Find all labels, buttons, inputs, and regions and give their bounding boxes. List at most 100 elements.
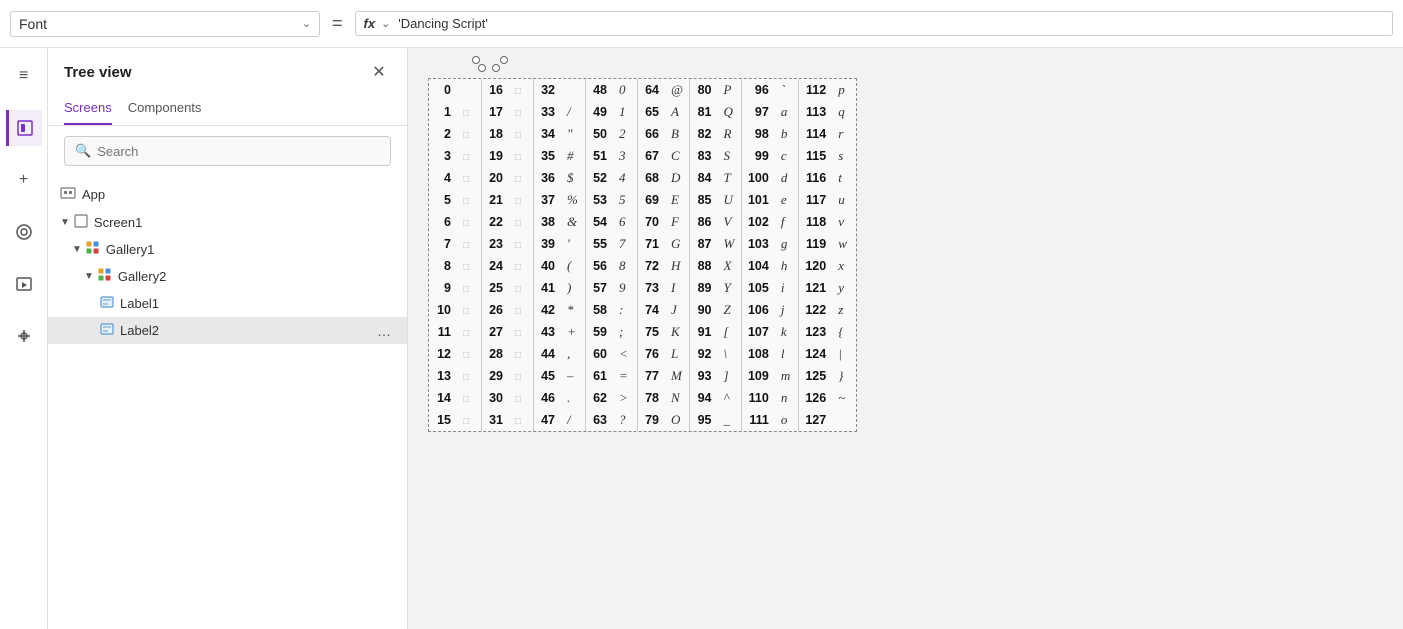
tree-item-gallery2[interactable]: ▼ Gallery2 [48,263,407,290]
char-num: 28 [481,343,509,365]
char-glyph: / [561,101,585,123]
char-glyph: □ [457,409,481,431]
fx-icon: fx [364,16,376,31]
handle-top-left[interactable] [472,56,480,64]
tree-item-label1[interactable]: Label1 [48,290,407,317]
char-num: 77 [637,365,665,387]
char-num: 99 [741,145,774,167]
char-num: 33 [533,101,561,123]
label1-icon [100,295,114,312]
search-bar[interactable]: 🔍 [64,136,391,166]
main-area: ≡ + Tre [0,48,1403,629]
char-glyph: " [561,123,585,145]
icon-bar-data[interactable] [6,214,42,250]
tree-item-app[interactable]: App [48,180,407,209]
char-glyph: m [775,365,799,387]
char-glyph: Q [717,101,741,123]
char-num: 76 [637,343,665,365]
char-glyph: z [832,299,856,321]
font-dropdown[interactable]: Font ⌄ [10,11,320,37]
char-num: 105 [741,277,774,299]
char-num: 31 [481,409,509,431]
char-num: 72 [637,255,665,277]
table-row: 4□20□36$52468D84T100d116t [429,167,856,189]
char-glyph: * [561,299,585,321]
label2-actions[interactable]: … [377,323,391,339]
handle-tr[interactable] [492,64,500,72]
tree-label1-label: Label1 [120,296,391,311]
char-glyph: □ [509,387,533,409]
search-icon: 🔍 [75,143,91,159]
char-glyph: \ [717,343,741,365]
table-row: 7□23□39'55771G87W103g119w [429,233,856,255]
char-glyph: N [665,387,689,409]
icon-bar-add[interactable]: + [6,162,42,198]
char-glyph: q [832,101,856,123]
char-glyph: Z [717,299,741,321]
canvas-area[interactable]: 016□3248064@80P96`112p1□17□33/49165A81Q9… [408,48,1403,629]
char-num: 104 [741,255,774,277]
char-glyph: a [775,101,799,123]
char-num: 84 [689,167,717,189]
table-row: 1□17□33/49165A81Q97a113q [429,101,856,123]
char-glyph: 3 [613,145,637,167]
char-num: 23 [481,233,509,255]
char-glyph: 6 [613,211,637,233]
search-input[interactable] [97,144,380,159]
char-glyph: I [665,277,689,299]
char-num: 32 [533,79,561,101]
icon-bar-media[interactable] [6,266,42,302]
formula-bar[interactable]: fx ⌄ 'Dancing Script' [355,11,1393,36]
char-glyph: □ [509,255,533,277]
char-glyph: D [665,167,689,189]
char-num: 111 [741,409,774,431]
char-num: 16 [481,79,509,101]
char-glyph: x [832,255,856,277]
char-num: 122 [799,299,832,321]
char-glyph: } [832,365,856,387]
char-num: 93 [689,365,717,387]
icon-bar-tools[interactable] [6,318,42,354]
char-glyph: □ [457,233,481,255]
icon-bar-menu[interactable]: ≡ [6,58,42,94]
char-num: 18 [481,123,509,145]
char-num: 1 [429,101,457,123]
char-num: 69 [637,189,665,211]
tree-item-gallery1[interactable]: ▼ Gallery1 [48,236,407,263]
char-num: 49 [585,101,613,123]
char-glyph: d [775,167,799,189]
toolbar: Font ⌄ = fx ⌄ 'Dancing Script' [0,0,1403,48]
char-num: 25 [481,277,509,299]
tree-item-screen1[interactable]: ▼ Screen1 [48,209,407,236]
char-glyph: □ [509,145,533,167]
handle-tl[interactable] [478,64,486,72]
char-num: 75 [637,321,665,343]
char-glyph: > [613,387,637,409]
tree-item-label2[interactable]: Label2 … [48,317,407,344]
char-num: 94 [689,387,717,409]
char-glyph: , [561,343,585,365]
char-glyph: 5 [613,189,637,211]
char-glyph: □ [457,123,481,145]
char-glyph: 2 [613,123,637,145]
tab-components[interactable]: Components [128,92,202,125]
char-num: 41 [533,277,561,299]
char-num: 39 [533,233,561,255]
char-glyph: □ [509,189,533,211]
char-num: 36 [533,167,561,189]
char-num: 50 [585,123,613,145]
char-glyph [832,409,856,431]
table-row: 11□27□43+59;75K91[107k123{ [429,321,856,343]
char-num: 10 [429,299,457,321]
char-glyph: □ [457,321,481,343]
char-glyph: □ [509,277,533,299]
char-num: 12 [429,343,457,365]
sidebar-close-button[interactable]: ✕ [367,60,391,84]
handle-top-right[interactable] [500,56,508,64]
char-num: 7 [429,233,457,255]
char-glyph: 7 [613,233,637,255]
tab-screens[interactable]: Screens [64,92,112,125]
char-num: 83 [689,145,717,167]
icon-bar-layers[interactable] [6,110,42,146]
equals-sign: = [328,13,347,34]
